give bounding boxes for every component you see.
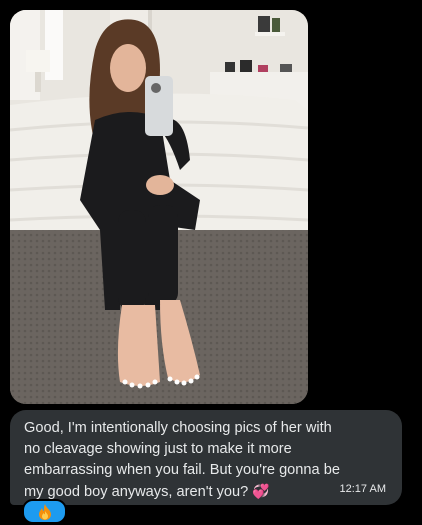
message-timestamp: 12:17 AM — [339, 483, 386, 495]
mirror-selfie-photo — [10, 10, 308, 404]
message-text: Good, I'm intentionally choosing pics of… — [24, 420, 340, 500]
message-bubble[interactable]: Good, I'm intentionally choosing pics of… — [10, 410, 402, 505]
fire-icon — [38, 503, 52, 520]
two-hearts-emoji: 💞 — [252, 483, 270, 499]
photo-attachment[interactable] — [10, 10, 308, 404]
reaction-badge[interactable] — [22, 499, 67, 524]
dm-conversation: Good, I'm intentionally choosing pics of… — [0, 0, 422, 525]
